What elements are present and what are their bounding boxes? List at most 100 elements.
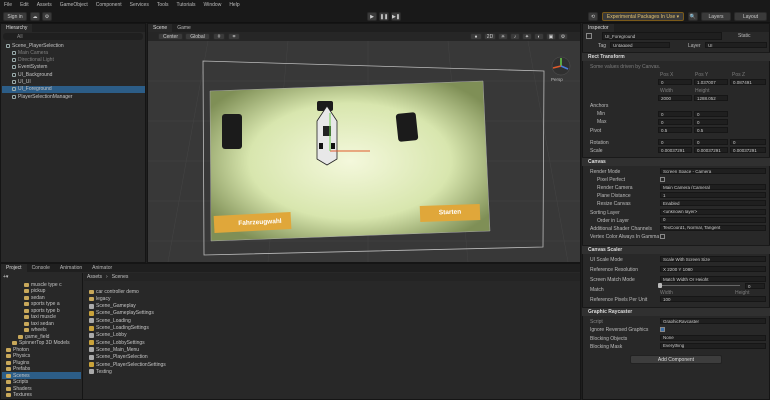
breadcrumb-scenes[interactable]: Scenes — [112, 274, 129, 280]
layer-dropdown[interactable]: UI — [705, 42, 767, 48]
menu-tools[interactable]: Tools — [157, 2, 169, 8]
tab-animator[interactable]: Animator — [87, 264, 117, 272]
project-file[interactable]: Scene_GameplaySettings — [89, 310, 289, 317]
tab-scene[interactable]: Scene — [148, 24, 173, 32]
gizmos-icon[interactable]: ⚙ — [558, 33, 568, 40]
project-file[interactable]: Scene_LoadingSettings — [89, 325, 289, 332]
tab-hierarchy[interactable]: Hierarchy — [1, 24, 33, 32]
tab-game[interactable]: Game — [172, 24, 196, 32]
canvas-field-value[interactable]: TexCoord1, Normal, Tangent — [660, 224, 766, 231]
menu-help[interactable]: Help — [229, 2, 239, 8]
add-component-button[interactable]: Add Component — [630, 355, 722, 364]
rot-z-field[interactable]: 0 — [730, 139, 766, 145]
pos-y-field[interactable]: 1.037007 — [694, 79, 728, 85]
project-file[interactable]: Scene_Lobby — [89, 332, 289, 339]
raycaster-field-checkbox[interactable] — [660, 327, 665, 333]
scene-viewport[interactable] — [148, 41, 580, 262]
persp-label[interactable]: Persp — [551, 77, 563, 82]
project-file[interactable]: Scene_Gameplay — [89, 303, 289, 310]
tag-dropdown[interactable]: Untagged — [610, 42, 670, 48]
active-checkbox[interactable] — [586, 33, 592, 39]
menu-gameobject[interactable]: GameObject — [60, 2, 88, 8]
max-y-field[interactable]: 0 — [694, 119, 728, 125]
search-icon[interactable]: 🔍 — [688, 12, 698, 21]
step-button[interactable]: ▶❚ — [391, 12, 401, 21]
hierarchy-search-input[interactable]: All — [3, 33, 143, 40]
tab-console[interactable]: Console — [27, 264, 55, 272]
project-file[interactable]: Scene_Main_Menu — [89, 346, 289, 353]
match-field[interactable]: 0 — [745, 283, 765, 289]
canvas-field-value[interactable]: Main Camera (Camera) — [660, 184, 766, 191]
canvas-field-value[interactable]: Screen Space - Camera — [660, 168, 766, 174]
canvas-scaler-header[interactable]: Canvas Scaler — [582, 245, 770, 254]
canvas-field-checkbox[interactable] — [660, 177, 665, 183]
mode-2d-button[interactable]: 2D — [484, 33, 496, 40]
experimental-packages-button[interactable]: Experimental Packages In Use ▾ — [602, 12, 684, 21]
raycaster-field-value[interactable]: None — [660, 334, 766, 341]
hierarchy-item[interactable]: Directional Light — [2, 57, 145, 64]
scale-y-field[interactable]: 0.00037291 — [694, 147, 728, 153]
project-file[interactable]: legacy — [89, 295, 289, 302]
raycaster-field-value[interactable]: Everything — [660, 342, 766, 349]
scaler-field-value[interactable]: Scale With Screen Size — [660, 256, 766, 262]
tab-inspector[interactable]: Inspector — [583, 24, 614, 32]
layers-dropdown[interactable]: Layers — [701, 12, 731, 21]
pivot-y-field[interactable]: 0.5 — [694, 127, 728, 133]
hierarchy-item[interactable]: Main Camera — [2, 49, 145, 56]
hidden-icon[interactable]: ◐ — [534, 33, 544, 40]
lighting-icon[interactable]: ☀ — [498, 33, 508, 40]
pos-z-field[interactable]: 0.087491 — [730, 79, 766, 85]
shading-icon[interactable]: ● — [470, 33, 482, 40]
menu-component[interactable]: Component — [96, 2, 122, 8]
pos-x-field[interactable]: 0 — [658, 79, 692, 85]
collab-icon[interactable]: ⚙ — [42, 12, 52, 21]
menu-services[interactable]: Services — [130, 2, 149, 8]
project-file[interactable]: Scene_PlayerSelectionSettings — [89, 361, 289, 368]
add-asset-icon[interactable]: +▾ — [3, 274, 13, 281]
max-x-field[interactable]: 0 — [658, 119, 692, 125]
project-file[interactable]: Scene_Loading — [89, 317, 289, 324]
raycaster-field-value[interactable]: GraphicRaycaster — [660, 318, 766, 324]
menu-assets[interactable]: Assets — [37, 2, 52, 8]
breadcrumb-assets[interactable]: Assets — [87, 274, 102, 280]
project-file[interactable]: car controller demo — [89, 288, 289, 295]
tab-animation[interactable]: Animation — [55, 264, 87, 272]
hierarchy-item[interactable]: EventSystem — [2, 64, 145, 71]
canvas-field-value[interactable]: 1 — [660, 192, 766, 199]
hierarchy-item[interactable]: UI_UI — [2, 79, 145, 86]
min-y-field[interactable]: 0 — [694, 111, 728, 117]
width-field[interactable]: 2000 — [658, 95, 692, 101]
menu-tutorials[interactable]: Tutorials — [177, 2, 196, 8]
pause-button[interactable]: ❚❚ — [379, 12, 389, 21]
object-name-field[interactable]: UI_Foreground — [602, 32, 722, 40]
hierarchy-item[interactable]: Scene_PlayerSelection — [2, 42, 145, 49]
hierarchy-item[interactable]: UI_Background — [2, 71, 145, 78]
project-folder[interactable]: Textures — [2, 392, 81, 399]
pivot-x-field[interactable]: 0.5 — [658, 127, 692, 133]
scaler-field-value[interactable]: Match Width Or Height — [660, 276, 766, 282]
canvas-field-checkbox[interactable] — [660, 233, 665, 239]
canvas-field-value[interactable]: 0 — [660, 216, 766, 223]
static-label[interactable]: Static — [738, 33, 751, 39]
min-x-field[interactable]: 0 — [658, 111, 692, 117]
height-field[interactable]: 1288.052 — [694, 95, 728, 101]
menu-window[interactable]: Window — [204, 2, 222, 8]
cloud-icon[interactable]: ☁ — [30, 12, 40, 21]
rot-y-field[interactable]: 0 — [694, 139, 728, 145]
scaler-field-value[interactable]: 100 — [660, 296, 766, 302]
scaler-field-value[interactable]: X 2200 Y 1080 — [660, 266, 766, 272]
signin-button[interactable]: Sign in — [3, 12, 27, 21]
menu-edit[interactable]: Edit — [20, 2, 29, 8]
menu-file[interactable]: File — [4, 2, 12, 8]
hierarchy-item[interactable]: UI_Foreground — [2, 85, 145, 93]
canvas-header[interactable]: Canvas — [582, 157, 770, 166]
anchors-label[interactable]: Anchors — [590, 103, 608, 109]
scale-x-field[interactable]: 0.00037291 — [658, 147, 692, 153]
hierarchy-item[interactable]: PlayerSelectionManager — [2, 93, 145, 100]
canvas-field-value[interactable]: Enabled — [660, 200, 766, 207]
project-file[interactable]: Testing — [89, 368, 289, 375]
rot-x-field[interactable]: 0 — [658, 139, 692, 145]
snap-icon[interactable]: ⌗ — [228, 33, 240, 40]
rect-transform-header[interactable]: Rect Transform — [582, 52, 770, 61]
scale-z-field[interactable]: 0.00037291 — [730, 147, 766, 153]
